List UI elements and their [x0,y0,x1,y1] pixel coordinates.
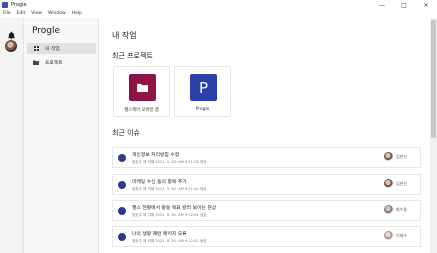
assignee-name: 김한신 [396,181,408,186]
progle-logo-icon: P [190,74,217,101]
sidebar-item-label: 내 작업 [45,47,60,52]
page-title: 내 작업 [112,31,137,40]
assignee-avatar [384,152,393,161]
minimize-button[interactable]: — [371,0,393,10]
folder-icon [33,60,39,65]
project-name: 헬스케어 모바일 앱 [124,108,159,113]
app-logo-icon [2,2,8,8]
assignee-avatar [384,231,393,240]
sidebar: Progle 내 작업 프로젝트 [24,18,99,253]
issue-status-icon [118,181,126,189]
sidebar-item-projects[interactable]: 프로젝트 [27,57,96,68]
issue-row[interactable]: 마케팅 수신 동의 항목 추가 정호주 에 의해 2021. 9. 30. AM… [112,174,421,195]
recent-projects-heading: 최근 프로젝트 [112,52,153,60]
user-avatar[interactable] [5,40,17,52]
window-controls: — □ ✕ [371,0,437,10]
assignee-avatar [384,205,393,214]
main-content: 내 작업 최근 프로젝트 헬스케어 모바일 앱 P Progle 최근 이슈 개… [99,18,430,253]
menu-view[interactable]: View [28,10,45,18]
menu-edit[interactable]: Edit [14,10,29,18]
issue-meta: 정호주 에 의해 2021. 9. 30. AM 9:12:42 생성. [132,239,208,243]
assignee-name: 이재수 [396,233,408,238]
menu-bar: File Edit View Window Help [0,10,437,18]
maximize-button[interactable]: □ [393,0,415,10]
assignee-name: 최수용 [396,207,408,212]
progle-logo-letter: P [198,78,209,97]
issue-status-icon [118,207,126,215]
sidebar-item-label: 프로젝트 [45,61,63,66]
assignee-name: 김한신 [396,154,408,159]
scrollbar-thumb[interactable] [431,20,436,138]
issue-meta: 정호주 에 의해 2021. 9. 30. AM 9:12:04 생성. [132,213,208,217]
close-button[interactable]: ✕ [415,0,437,10]
folder-icon [129,74,156,101]
menu-file[interactable]: File [0,10,14,18]
project-card-progle[interactable]: P Progle [174,66,231,117]
recent-issues-heading: 최근 이슈 [112,129,140,137]
menu-help[interactable]: Help [69,10,85,18]
issue-title: 헬스 현황에서 활동 목표 칼러 보이는 현상 [132,206,217,211]
issue-row[interactable]: 개인정보 처리방침 수정 정호주 에 의해 2021. 9. 26. AM 9:… [112,147,421,168]
bell-icon[interactable] [7,25,16,40]
brand-title: Progle [32,26,61,36]
issue-status-icon [118,154,126,162]
issue-title: 마케팅 수신 동의 항목 추가 [132,180,187,185]
project-card-healthcare[interactable]: 헬스케어 모바일 앱 [113,66,170,117]
issue-title: 개인정보 처리방침 수정 [132,153,180,158]
issue-title: 나의 생활 패턴 페이지 오류 [132,232,187,237]
assignee-avatar [384,179,393,188]
scrollbar[interactable] [430,18,437,253]
title-bar: Progle — □ ✕ [0,0,437,10]
issue-meta: 정호주 에 의해 2021. 9. 26. AM 9:11:28 생성. [132,160,208,164]
menu-window[interactable]: Window [45,10,69,18]
issue-meta: 정호주 에 의해 2021. 9. 30. AM 9:11:40 생성. [132,187,208,191]
issue-status-icon [118,233,126,241]
window-title: Progle [11,2,27,8]
grid-icon [33,46,39,51]
issue-row[interactable]: 헬스 현황에서 활동 목표 칼러 보이는 현상 정호주 에 의해 2021. 9… [112,200,421,221]
sidebar-item-my-tasks[interactable]: 내 작업 [27,43,96,54]
left-rail [0,18,24,253]
issue-row[interactable]: 나의 생활 패턴 페이지 오류 정호주 에 의해 2021. 9. 30. AM… [112,226,421,247]
project-name: Progle [195,107,210,112]
